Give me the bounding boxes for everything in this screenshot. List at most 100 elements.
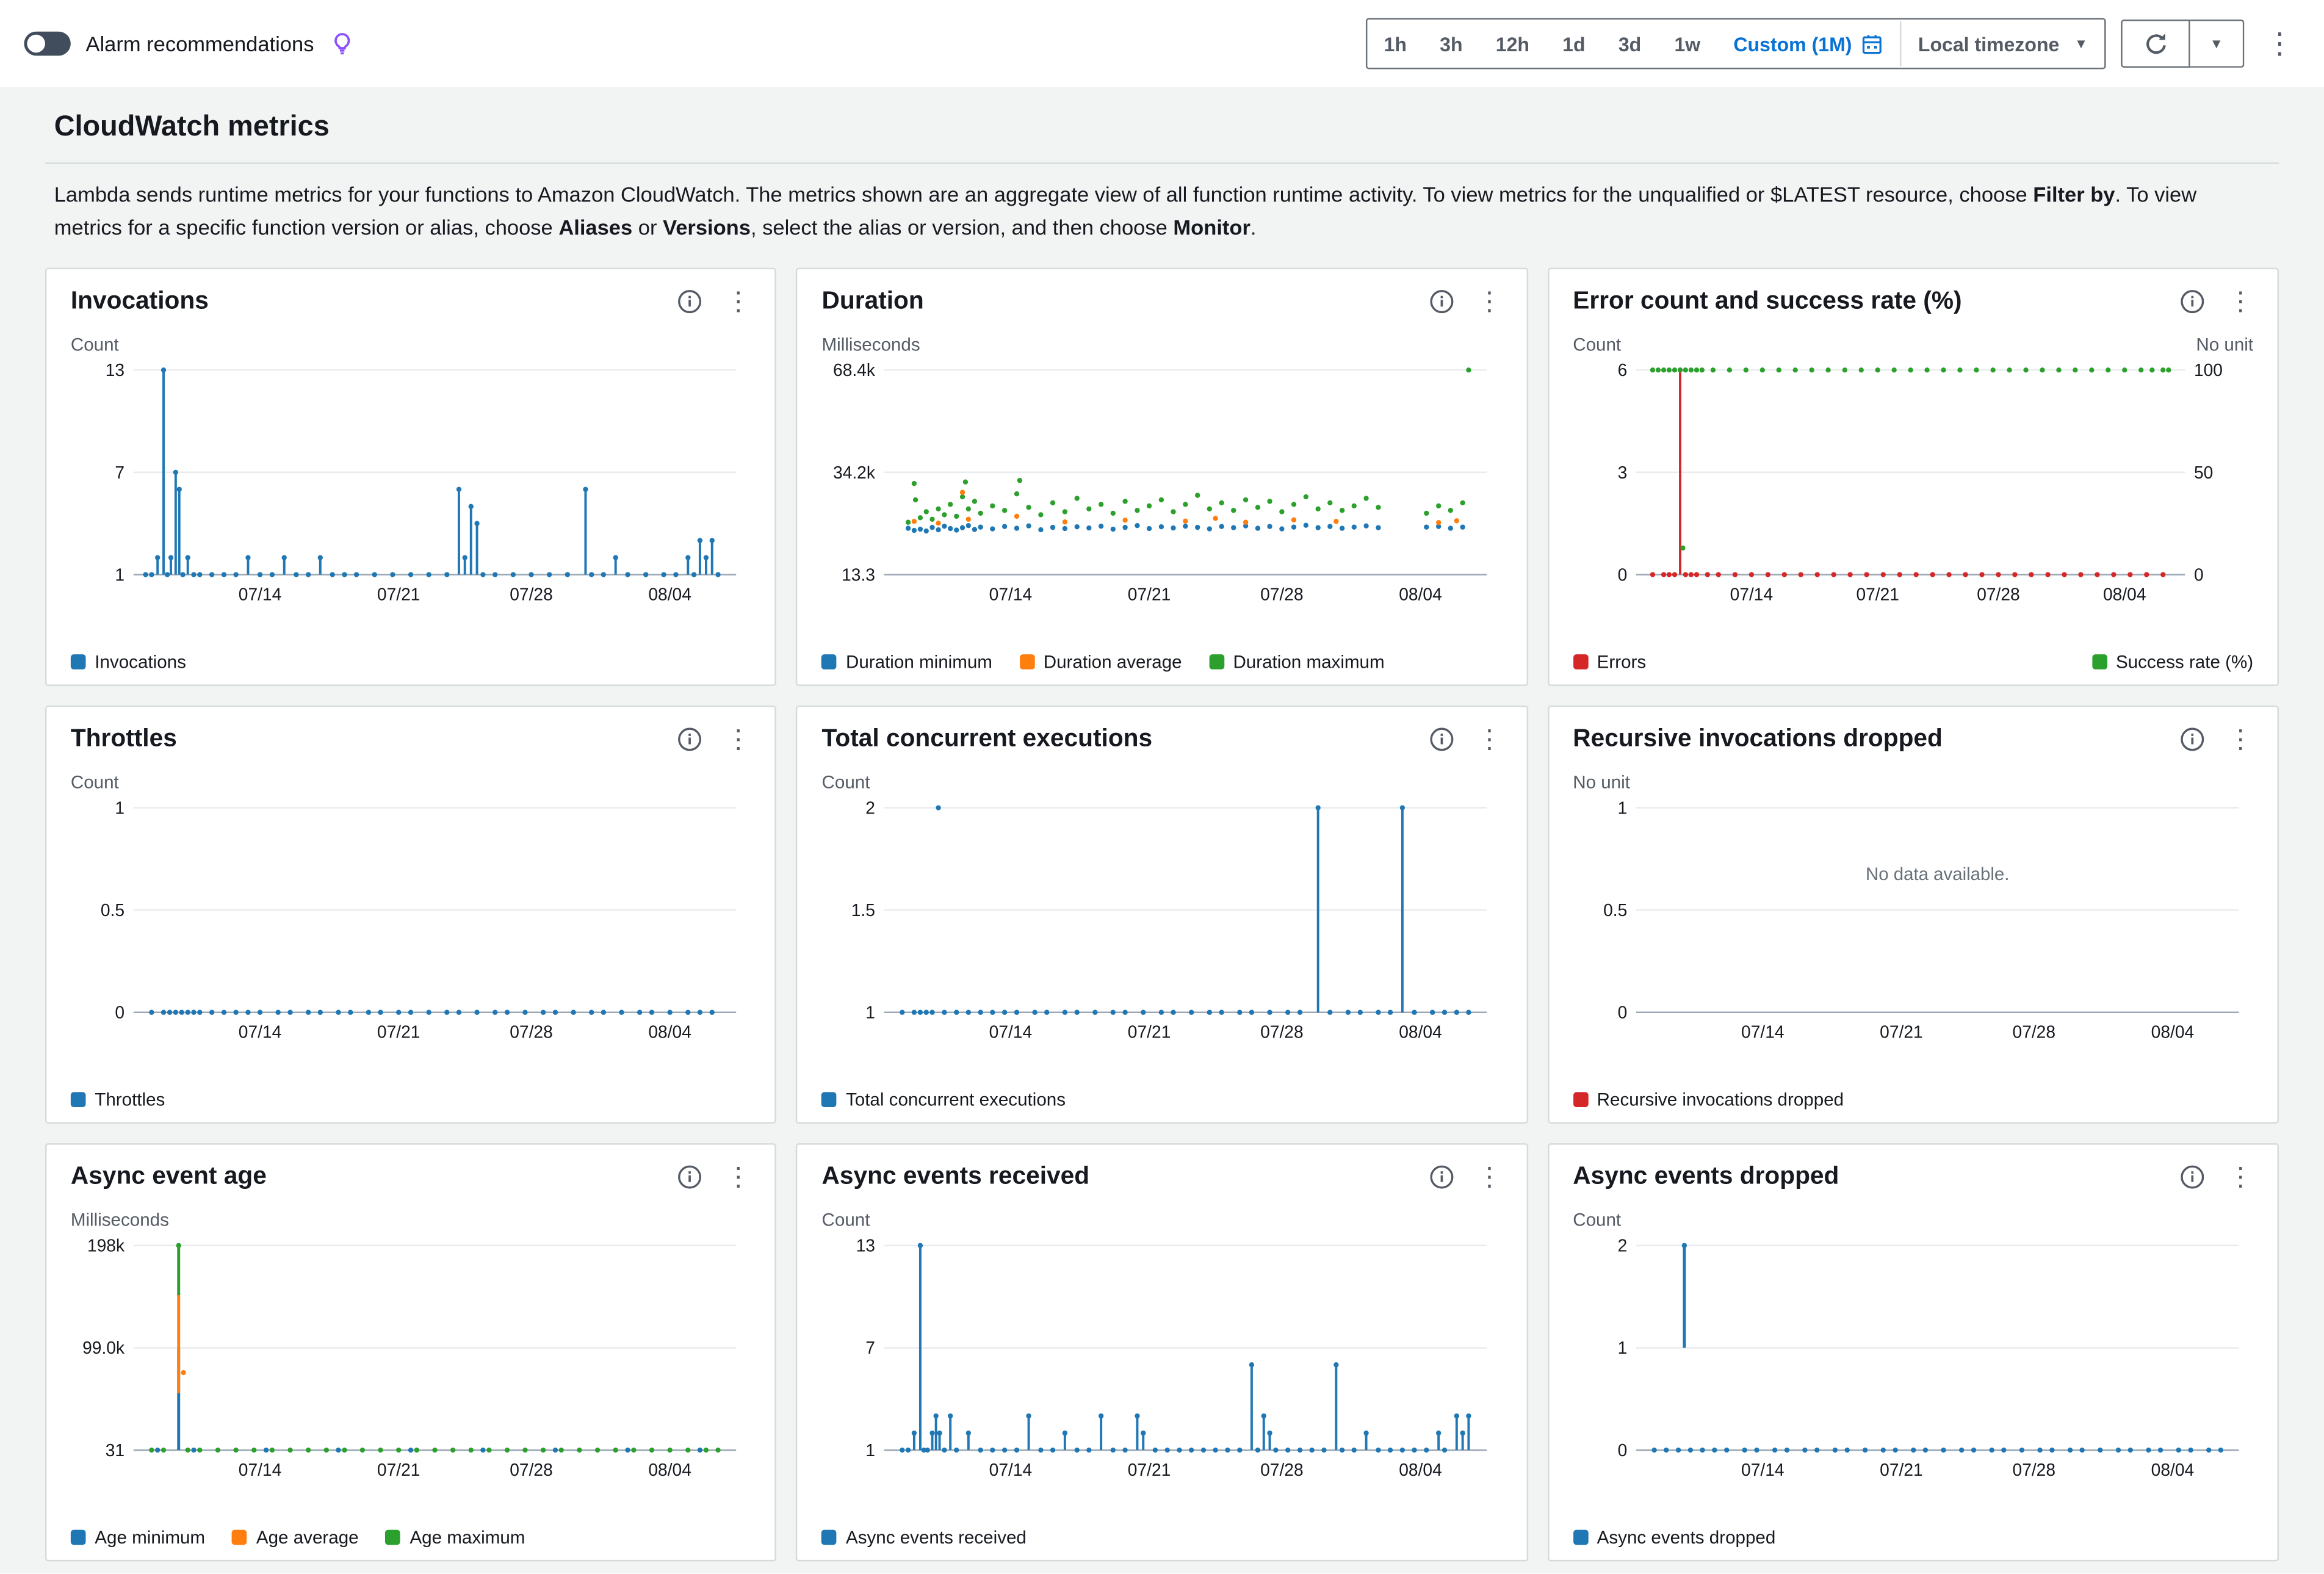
lambda-monitor-page: Alarm recommendations 1h 3h 12h 1d 3d 1w…: [0, 0, 2324, 1538]
legend-item[interactable]: Duration average: [1019, 652, 1182, 673]
kebab-menu-icon[interactable]: ⋮: [726, 1165, 751, 1191]
svg-text:07/14: 07/14: [989, 1460, 1032, 1480]
legend-swatch: [71, 1092, 86, 1108]
legend-label: Duration maximum: [1233, 652, 1384, 673]
chart-plot[interactable]: 21007/1407/2107/2808/04: [1573, 1234, 2253, 1490]
info-icon[interactable]: [2179, 1165, 2205, 1191]
chart-plot[interactable]: 68.4k34.2k13.307/1407/2107/2808/04: [822, 359, 1503, 615]
info-icon[interactable]: [2179, 727, 2205, 753]
legend-item[interactable]: Invocations: [71, 652, 186, 673]
legend-item[interactable]: Throttles: [71, 1089, 165, 1111]
chevron-down-icon: ▼: [2210, 36, 2223, 51]
time-controls: 1h 3h 12h 1d 3d 1w Custom (1M) Local tim…: [1366, 18, 2300, 70]
svg-text:08/04: 08/04: [2151, 1460, 2193, 1480]
time-range-3h[interactable]: 3h: [1423, 20, 1479, 68]
legend-item[interactable]: Duration maximum: [1209, 652, 1385, 673]
info-icon[interactable]: [1429, 727, 1454, 753]
kebab-menu-icon[interactable]: ⋮: [2228, 289, 2253, 315]
svg-text:7: 7: [115, 463, 125, 483]
info-icon[interactable]: [677, 289, 703, 315]
kebab-menu-icon[interactable]: ⋮: [1476, 1165, 1502, 1191]
y-axis-unit: Count: [1573, 334, 1621, 356]
info-icon[interactable]: [677, 1165, 703, 1191]
svg-text:50: 50: [2193, 463, 2212, 483]
legend-label: Success rate (%): [2116, 652, 2253, 673]
svg-text:07/14: 07/14: [1741, 1022, 1783, 1042]
svg-text:07/14: 07/14: [239, 1460, 281, 1480]
svg-text:07/21: 07/21: [1128, 1022, 1171, 1042]
refresh-icon: [2143, 31, 2168, 57]
svg-text:7: 7: [866, 1338, 876, 1358]
kebab-menu-icon[interactable]: ⋮: [726, 727, 751, 753]
time-range-3d[interactable]: 3d: [1602, 20, 1658, 68]
legend-item[interactable]: Success rate (%): [2092, 652, 2254, 673]
time-range-1h[interactable]: 1h: [1367, 20, 1423, 68]
overflow-menu-icon[interactable]: ⋮: [2259, 29, 2300, 58]
chart-plot[interactable]: 10.5007/1407/2107/2808/04: [71, 796, 751, 1052]
alarm-recommendations-toggle[interactable]: [24, 32, 70, 56]
svg-text:08/04: 08/04: [2102, 585, 2145, 604]
kebab-menu-icon[interactable]: ⋮: [2228, 1165, 2253, 1191]
svg-text:1: 1: [115, 798, 125, 818]
kebab-menu-icon[interactable]: ⋮: [2228, 727, 2253, 753]
divider: [45, 162, 2279, 164]
kebab-menu-icon[interactable]: ⋮: [1476, 727, 1502, 753]
chart-legend: Age minimumAge averageAge maximum: [71, 1518, 751, 1548]
legend-swatch: [822, 1092, 837, 1108]
time-range-1d[interactable]: 1d: [1546, 20, 1602, 68]
custom-range-label: Custom (1M): [1733, 32, 1852, 55]
chart-plot[interactable]: 198k99.0k3107/1407/2107/2808/04: [71, 1234, 751, 1490]
chevron-down-icon: ▼: [2074, 36, 2088, 51]
svg-text:0.5: 0.5: [101, 901, 125, 920]
legend-item[interactable]: Duration minimum: [822, 652, 992, 673]
info-icon[interactable]: [677, 727, 703, 753]
svg-text:0: 0: [1617, 1003, 1627, 1022]
time-range-12h[interactable]: 12h: [1479, 20, 1546, 68]
time-range-custom[interactable]: Custom (1M): [1717, 20, 1900, 68]
chart-card-total-concurrent-executions: Total concurrent executions ⋮ Count 21.5…: [796, 706, 1528, 1124]
refresh-button[interactable]: [2121, 20, 2190, 68]
legend-swatch: [71, 655, 86, 670]
svg-text:0.5: 0.5: [1603, 901, 1626, 920]
legend-item[interactable]: Recursive invocations dropped: [1573, 1089, 1844, 1111]
refresh-options-dropdown[interactable]: ▼: [2190, 20, 2245, 68]
top-bar: Alarm recommendations 1h 3h 12h 1d 3d 1w…: [0, 0, 2324, 87]
svg-text:07/21: 07/21: [377, 1022, 420, 1042]
info-icon[interactable]: [2179, 289, 2205, 315]
svg-text:1: 1: [115, 565, 125, 585]
chart-card-recursive-invocations-dropped: Recursive invocations dropped ⋮ No unit …: [1547, 706, 2279, 1124]
chart-title: Total concurrent executions: [822, 726, 1153, 754]
svg-text:1: 1: [1617, 1338, 1627, 1358]
svg-text:07/28: 07/28: [1261, 585, 1304, 604]
svg-text:07/14: 07/14: [239, 1022, 281, 1042]
legend-swatch: [822, 655, 837, 670]
chart-legend: Async events received: [822, 1518, 1503, 1548]
chart-plot[interactable]: 137107/1407/2107/2808/04: [71, 359, 751, 615]
kebab-menu-icon[interactable]: ⋮: [1476, 289, 1502, 315]
legend-item[interactable]: Errors: [1573, 652, 1646, 673]
legend-item[interactable]: Total concurrent executions: [822, 1089, 1066, 1111]
chart-legend: Errors Success rate (%): [1573, 643, 2253, 673]
chart-title: Duration: [822, 288, 924, 317]
svg-text:07/28: 07/28: [510, 585, 552, 604]
chart-title: Async event age: [71, 1163, 267, 1192]
chart-title: Error count and success rate (%): [1573, 288, 1961, 317]
svg-text:07/21: 07/21: [1856, 585, 1899, 604]
y-axis-unit: Count: [71, 334, 119, 356]
info-icon[interactable]: [1429, 1165, 1454, 1191]
svg-text:08/04: 08/04: [648, 585, 691, 604]
y-axis-unit: Count: [822, 772, 870, 793]
chart-title: Async events received: [822, 1163, 1090, 1192]
chart-plot[interactable]: 10.5007/1407/2107/2808/04No data availab…: [1573, 796, 2253, 1052]
svg-text:13: 13: [106, 361, 125, 380]
time-range-1w[interactable]: 1w: [1658, 20, 1717, 68]
chart-plot[interactable]: 21.5107/1407/2107/2808/04: [822, 796, 1503, 1052]
toggle-knob: [27, 35, 45, 53]
legend-swatch: [1209, 655, 1224, 670]
kebab-menu-icon[interactable]: ⋮: [726, 289, 751, 315]
chart-plot[interactable]: 63010050007/1407/2107/2808/04: [1573, 359, 2253, 615]
timezone-dropdown[interactable]: Local timezone ▼: [1902, 20, 2104, 68]
chart-card-async-event-age: Async event age ⋮ Milliseconds 198k99.0k…: [45, 1144, 777, 1562]
chart-plot[interactable]: 137107/1407/2107/2808/04: [822, 1234, 1503, 1490]
info-icon[interactable]: [1429, 289, 1454, 315]
